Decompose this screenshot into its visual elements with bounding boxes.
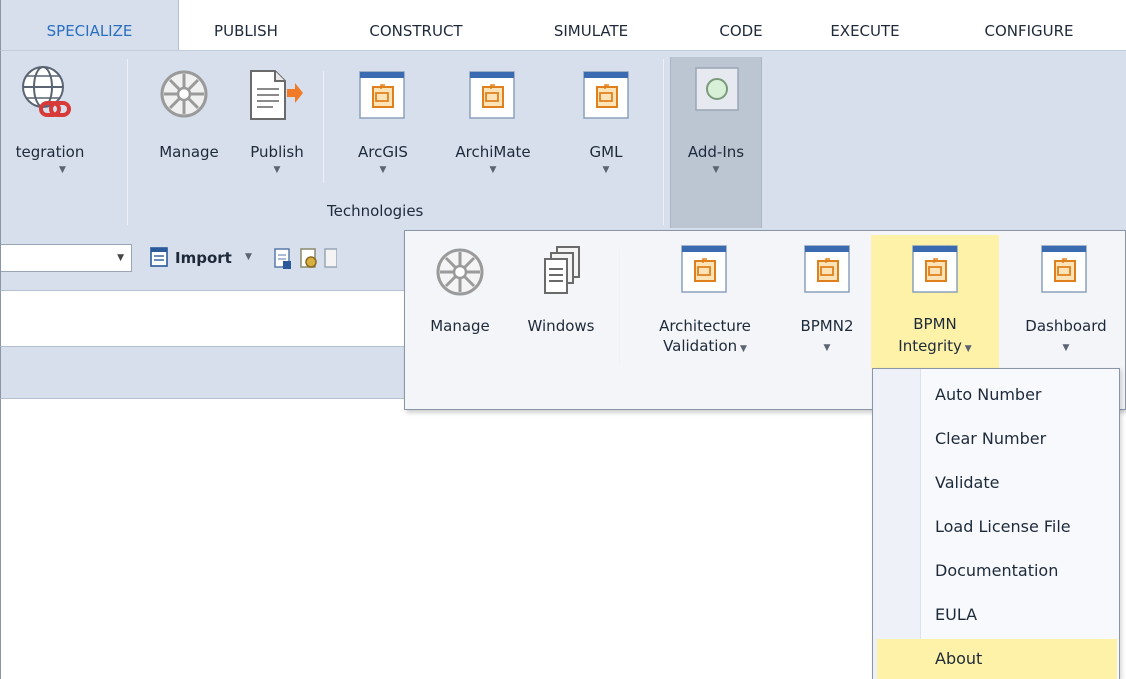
chevron-down-icon: ▼ [59,165,66,175]
addin-window-icon [583,71,629,119]
addin-window-icon [469,71,515,119]
dashboard-button[interactable]: Dashboard ▼ [1007,231,1125,381]
tab-configure[interactable]: CONFIGURE [957,0,1101,50]
addin-window-icon [912,245,958,293]
group-separator [619,249,620,365]
chevron-down-icon: ▼ [273,165,281,175]
windows-stack-icon [544,246,580,294]
addins-windows-label: Windows [527,317,595,335]
menu-item-clear-number[interactable]: Clear Number [877,419,1117,459]
tab-publish[interactable]: PUBLISH [191,0,301,50]
gml-button[interactable]: GML ▼ [567,51,645,201]
group-separator [323,71,324,183]
menu-item-validate[interactable]: Validate [877,463,1117,503]
document-gear-icon[interactable] [299,248,319,270]
architecture-validation-label-2: Validation ▼ [663,337,747,355]
menu-item-eula[interactable]: EULA [877,595,1117,635]
chevron-down-icon: ▼ [712,165,720,175]
group-separator [127,59,128,225]
addin-window-icon [359,71,405,119]
bpmn-integrity-label-1: BPMN [913,315,957,333]
menu-item-documentation[interactable]: Documentation [877,551,1117,591]
arcgis-label: ArcGIS [358,143,408,161]
chevron-down-icon: ▼ [379,165,387,175]
bpmn-integrity-button[interactable]: BPMN Integrity ▼ [871,235,999,369]
architecture-validation-label-1: Architecture [659,317,751,335]
toolbar-combo[interactable]: ▼ [1,244,132,272]
tab-specialize[interactable]: SPECIALIZE [1,0,179,50]
ribbon-tab-strip: SPECIALIZE PUBLISH CONSTRUCT SIMULATE CO… [0,0,1126,50]
addins-manage-button[interactable]: Manage [411,231,509,381]
publish-label: Publish [250,143,304,161]
architecture-validation-button[interactable]: Architecture Validation ▼ [631,231,779,381]
import-icon [150,247,168,267]
addins-manage-label: Manage [430,317,490,335]
document-icon[interactable] [323,248,337,270]
tab-execute[interactable]: EXECUTE [809,0,921,50]
bpmn-integrity-label-2: Integrity ▼ [898,337,972,355]
tab-code[interactable]: CODE [697,0,785,50]
wheel-icon [160,70,208,118]
ribbon-panel: tegration ▼ Manage Publish ▼ ArcGIS ▼ Ar… [0,50,1126,229]
wheel-icon [436,248,484,296]
addins-button[interactable]: Add-Ins ▼ [670,57,762,229]
gml-label: GML [589,143,623,161]
menu-item-auto-number[interactable]: Auto Number [877,375,1117,415]
archimate-label: ArchiMate [455,143,531,161]
addins-windows-button[interactable]: Windows [509,231,613,381]
document-export-icon [250,70,303,120]
integration-label: tegration [15,143,85,161]
chevron-down-icon: ▼ [117,253,124,263]
chevron-down-icon: ▼ [961,344,972,354]
chevron-down-icon: ▼ [823,343,831,353]
chevron-down-icon: ▼ [245,252,252,262]
dashboard-label: Dashboard [1025,317,1107,335]
integration-button[interactable]: tegration ▼ [1,51,119,201]
chevron-down-icon: ▼ [489,165,497,175]
addin-window-icon [1041,245,1087,293]
tab-construct[interactable]: CONSTRUCT [346,0,486,50]
tab-simulate[interactable]: SIMULATE [529,0,653,50]
arcgis-button[interactable]: ArcGIS ▼ [341,51,425,201]
circle-button-icon [695,67,739,111]
addin-window-icon [804,245,850,293]
bpmn-integrity-menu: Auto Number Clear Number Validate Load L… [872,368,1120,679]
bpmn2-button[interactable]: BPMN2 ▼ [789,231,865,381]
addin-window-icon [681,245,727,293]
chevron-down-icon: ▼ [737,344,747,354]
technologies-group-label: Technologies [327,202,424,220]
chevron-down-icon: ▼ [602,165,610,175]
manage-button[interactable]: Manage [141,51,237,201]
manage-label: Manage [159,143,219,161]
bpmn2-label: BPMN2 [800,317,854,335]
menu-item-about[interactable]: About [877,639,1117,679]
addins-label: Add-Ins [687,143,745,161]
publish-button[interactable]: Publish ▼ [237,51,317,201]
group-separator [663,59,664,225]
menu-item-load-license-file[interactable]: Load License File [877,507,1117,547]
document-icon[interactable] [273,248,293,270]
globe-link-icon [22,66,71,117]
import-label: Import [175,249,232,267]
archimate-button[interactable]: ArchiMate ▼ [441,51,545,201]
chevron-down-icon: ▼ [1062,343,1070,353]
